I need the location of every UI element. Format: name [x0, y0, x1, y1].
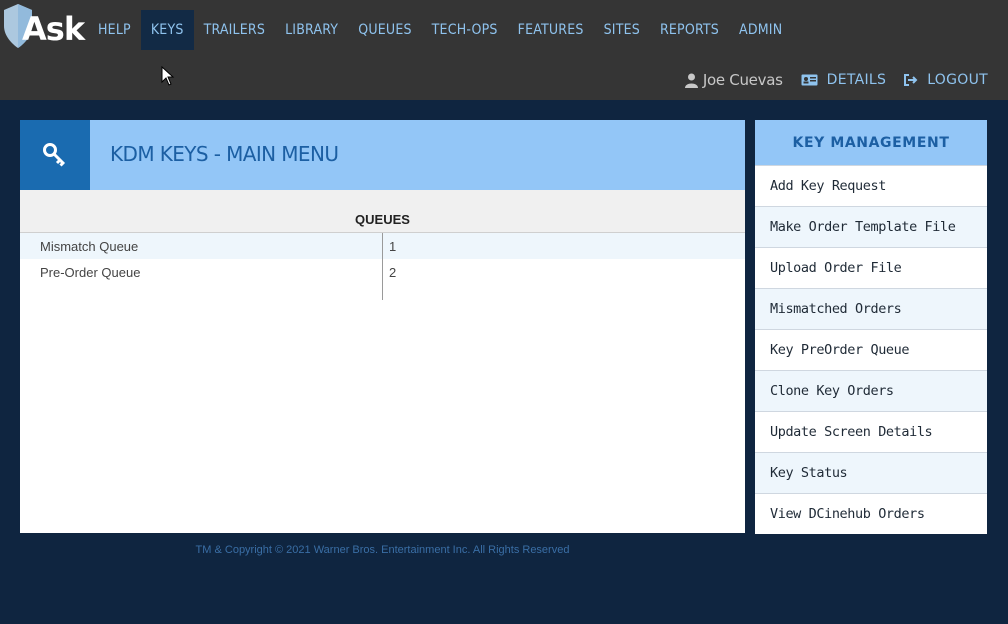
main-nav: HELP KEYS TRAILERS LIBRARY QUEUES TECH-O… — [88, 10, 792, 50]
mouse-cursor-icon — [161, 66, 175, 86]
sidebar-item-mismatched-orders[interactable]: Mismatched Orders — [755, 288, 987, 329]
queue-name[interactable]: Mismatch Queue — [40, 239, 138, 254]
nav-help[interactable]: HELP — [88, 10, 141, 50]
top-header: Ask HELP KEYS TRAILERS LIBRARY QUEUES TE… — [0, 0, 1008, 100]
user-name: Joe Cuevas — [702, 71, 783, 89]
nav-library[interactable]: LIBRARY — [275, 10, 348, 50]
sidebar-item-upload-order-file[interactable]: Upload Order File — [755, 247, 987, 288]
user-info: Joe Cuevas — [684, 71, 783, 89]
nav-keys[interactable]: KEYS — [140, 10, 194, 50]
main-header: KDM KEYS - MAIN MENU — [20, 120, 745, 190]
key-icon — [43, 143, 66, 167]
copyright-footer: TM & Copyright © 2021 Warner Bros. Enter… — [195, 544, 570, 556]
logout-icon — [904, 74, 918, 86]
logout-link[interactable]: LOGOUT — [904, 72, 988, 88]
nav-features[interactable]: FEATURES — [508, 10, 594, 50]
column-divider — [382, 233, 383, 300]
nav-tech-ops[interactable]: TECH-OPS — [422, 10, 508, 50]
details-label: DETAILS — [826, 72, 887, 88]
logo-text: Ask — [22, 10, 85, 48]
queues-title: QUEUES — [355, 212, 410, 227]
sidebar-item-add-key-request[interactable]: Add Key Request — [755, 165, 987, 206]
id-card-icon — [801, 74, 818, 86]
queues-header: QUEUES — [20, 190, 745, 233]
page-title: KDM KEYS - MAIN MENU — [110, 142, 339, 166]
user-icon — [684, 73, 698, 88]
sidebar-item-key-status[interactable]: Key Status — [755, 452, 987, 493]
app-logo[interactable]: Ask — [2, 2, 85, 50]
nav-admin[interactable]: ADMIN — [729, 10, 792, 50]
sidebar-item-make-order-template[interactable]: Make Order Template File — [755, 206, 987, 247]
nav-queues[interactable]: QUEUES — [348, 10, 421, 50]
sidebar-title: KEY MANAGEMENT — [755, 120, 987, 165]
user-bar: Joe Cuevas DETAILS LOGOUT — [684, 68, 988, 92]
queue-count: 2 — [389, 265, 397, 280]
sidebar-item-update-screen-details[interactable]: Update Screen Details — [755, 411, 987, 452]
sidebar-item-key-preorder-queue[interactable]: Key PreOrder Queue — [755, 329, 987, 370]
queue-name[interactable]: Pre-Order Queue — [40, 265, 140, 280]
sidebar-item-view-dcinehub-orders[interactable]: View DCinehub Orders — [755, 493, 987, 534]
sidebar-item-clone-key-orders[interactable]: Clone Key Orders — [755, 370, 987, 411]
key-icon-box — [20, 120, 90, 190]
logout-label: LOGOUT — [927, 72, 988, 88]
key-management-sidebar: KEY MANAGEMENT Add Key Request Make Orde… — [755, 120, 987, 534]
main-panel: KDM KEYS - MAIN MENU QUEUES Mismatch Que… — [20, 120, 745, 533]
nav-trailers[interactable]: TRAILERS — [194, 10, 276, 50]
queue-count: 1 — [389, 239, 397, 254]
nav-sites[interactable]: SITES — [594, 10, 650, 50]
details-link[interactable]: DETAILS — [801, 72, 887, 88]
nav-reports[interactable]: REPORTS — [650, 10, 729, 50]
